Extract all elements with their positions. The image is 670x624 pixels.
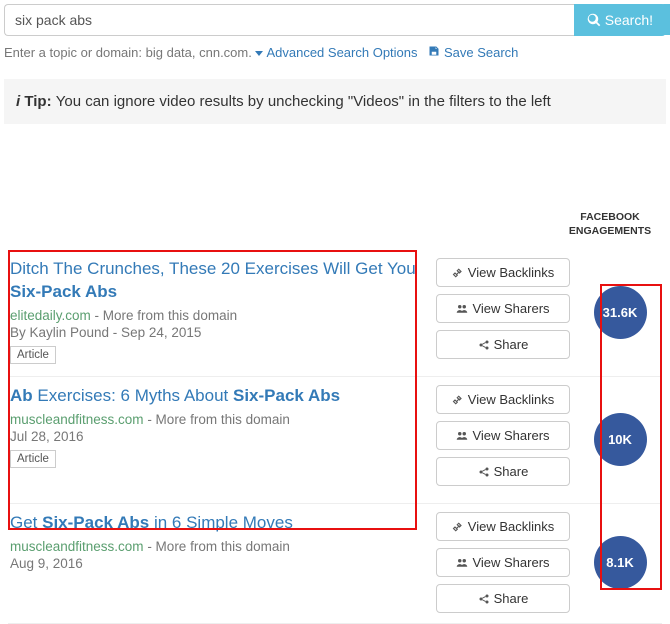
save-search-link[interactable]: Save Search	[428, 45, 518, 60]
search-hints: Enter a topic or domain: big data, cnn.c…	[0, 36, 670, 60]
engagement-bubble: 31.6K	[594, 286, 647, 339]
info-icon: i	[16, 93, 20, 110]
result-domain[interactable]: elitedaily.com	[10, 308, 91, 323]
result-byline: Aug 9, 2016	[10, 556, 418, 571]
result-row: Ab Exercises: 6 Myths About Six-Pack Abs…	[8, 377, 662, 504]
view-backlinks-button[interactable]: View Backlinks	[436, 512, 570, 541]
engagement-bubble: 10K	[594, 413, 647, 466]
result-row: Get Six-Pack Abs in 6 Simple Moves muscl…	[8, 504, 662, 624]
view-sharers-button[interactable]: View Sharers	[436, 294, 570, 323]
result-row: Ditch The Crunches, These 20 Exercises W…	[8, 250, 662, 377]
link-icon	[452, 267, 464, 279]
more-from-domain[interactable]: - More from this domain	[91, 308, 237, 323]
view-sharers-button[interactable]: View Sharers	[436, 548, 570, 577]
article-tag: Article	[10, 450, 56, 468]
advanced-search-link[interactable]: Advanced Search Options	[255, 45, 417, 60]
search-button-label: Search!	[605, 12, 653, 28]
save-icon	[428, 45, 440, 57]
view-backlinks-button[interactable]: View Backlinks	[436, 385, 570, 414]
result-byline: By Kaylin Pound - Sep 24, 2015	[10, 325, 418, 340]
result-title[interactable]: Ditch The Crunches, These 20 Exercises W…	[10, 258, 418, 304]
link-icon	[452, 521, 464, 533]
users-icon	[456, 557, 468, 569]
tip-banner: i Tip: You can ignore video results by u…	[4, 79, 666, 124]
search-icon	[587, 13, 601, 27]
link-icon	[452, 394, 464, 406]
share-icon	[478, 339, 490, 351]
view-backlinks-button[interactable]: View Backlinks	[436, 258, 570, 287]
engagements-header: FACEBOOK ENGAGEMENTS	[560, 210, 660, 238]
result-title[interactable]: Ab Exercises: 6 Myths About Six-Pack Abs	[10, 385, 418, 408]
share-icon	[478, 466, 490, 478]
result-byline: Jul 28, 2016	[10, 429, 418, 444]
users-icon	[456, 303, 468, 315]
more-from-domain[interactable]: - More from this domain	[144, 412, 290, 427]
chevron-down-icon	[255, 51, 263, 56]
results-list: Ditch The Crunches, These 20 Exercises W…	[8, 250, 662, 624]
result-domain[interactable]: muscleandfitness.com	[10, 539, 144, 554]
share-button[interactable]: Share	[436, 330, 570, 359]
more-from-domain[interactable]: - More from this domain	[144, 539, 290, 554]
result-domain[interactable]: muscleandfitness.com	[10, 412, 144, 427]
side-button-fragment[interactable]	[660, 4, 670, 35]
share-button[interactable]: Share	[436, 584, 570, 613]
hint-text: Enter a topic or domain: big data, cnn.c…	[4, 45, 255, 60]
search-input[interactable]	[4, 4, 574, 36]
result-title[interactable]: Get Six-Pack Abs in 6 Simple Moves	[10, 512, 418, 535]
engagement-bubble: 8.1K	[594, 536, 647, 589]
article-tag: Article	[10, 346, 56, 364]
view-sharers-button[interactable]: View Sharers	[436, 421, 570, 450]
share-icon	[478, 593, 490, 605]
search-button[interactable]: Search!	[574, 4, 666, 36]
users-icon	[456, 430, 468, 442]
share-button[interactable]: Share	[436, 457, 570, 486]
